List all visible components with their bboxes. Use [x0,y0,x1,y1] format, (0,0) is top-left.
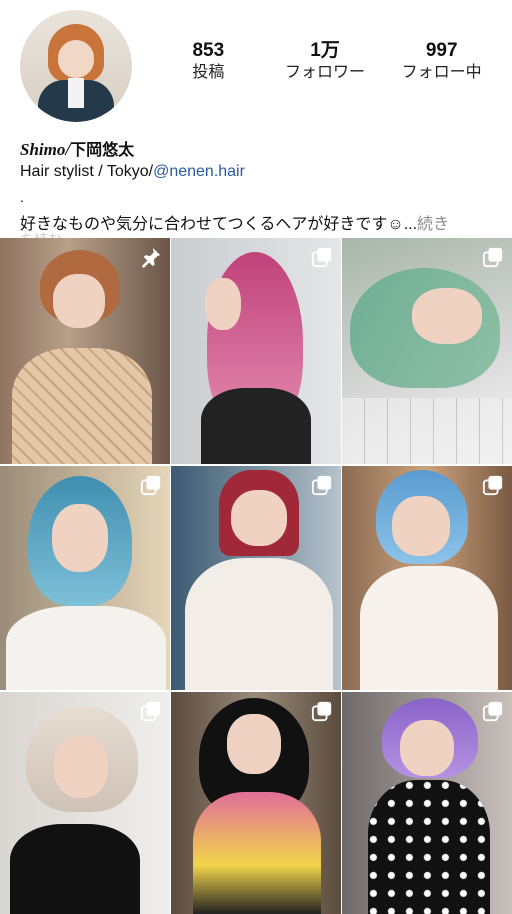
bio-text: Hair stylist / Tokyo/ [20,163,154,180]
pin-icon [140,246,162,268]
post-tile[interactable] [171,238,341,464]
multi-photo-icon [482,474,504,496]
followers-count: 1万 [310,40,340,61]
profile-name-latin: Shimo/ [20,140,71,159]
bio-line-1: Hair stylist / Tokyo/@nenen.hair [20,163,245,181]
following-label: フォロー中 [401,64,482,81]
post-tile[interactable] [171,692,341,914]
post-tile[interactable] [342,692,512,914]
profile-header: 853 投稿 1万 フォロワー 997 フォロー中 Shimo/下岡悠太 Hai… [0,0,512,248]
post-tile[interactable] [0,238,170,464]
stat-followers[interactable]: 1万 フォロワー [267,40,384,84]
multi-photo-icon [140,700,162,722]
more-link[interactable]: 続き [417,216,449,233]
profile-stats: 853 投稿 1万 フォロワー 997 フォロー中 [150,40,500,84]
profile-name: Shimo/下岡悠太 [20,136,134,160]
post-grid [0,238,512,914]
bio-text-2: 好きなものや気分に合わせてつくるヘアが好きです☺︎... [20,216,418,233]
multi-photo-icon [482,246,504,268]
post-tile[interactable] [342,238,512,464]
stat-following[interactable]: 997 フォロー中 [383,40,500,84]
profile-name-jp: 下岡悠太 [70,142,135,159]
post-tile[interactable] [0,466,170,690]
multi-photo-icon [311,474,333,496]
posts-label: 投稿 [192,64,225,81]
multi-photo-icon [311,246,333,268]
followers-label: フォロワー [285,64,366,81]
post-tile[interactable] [171,466,341,690]
post-tile[interactable] [342,466,512,690]
multi-photo-icon [140,474,162,496]
multi-photo-icon [482,700,504,722]
following-count: 997 [425,40,458,61]
post-tile[interactable] [0,692,170,914]
mention-link[interactable]: @nenen.hair [153,163,245,180]
stat-posts[interactable]: 853 投稿 [150,40,267,84]
avatar[interactable] [20,10,132,122]
posts-count: 853 [192,40,225,61]
bio-dot: . [20,189,24,205]
multi-photo-icon [311,700,333,722]
bio-line-2: 好きなものや気分に合わせてつくるヘアが好きです☺︎...続き [20,210,449,234]
